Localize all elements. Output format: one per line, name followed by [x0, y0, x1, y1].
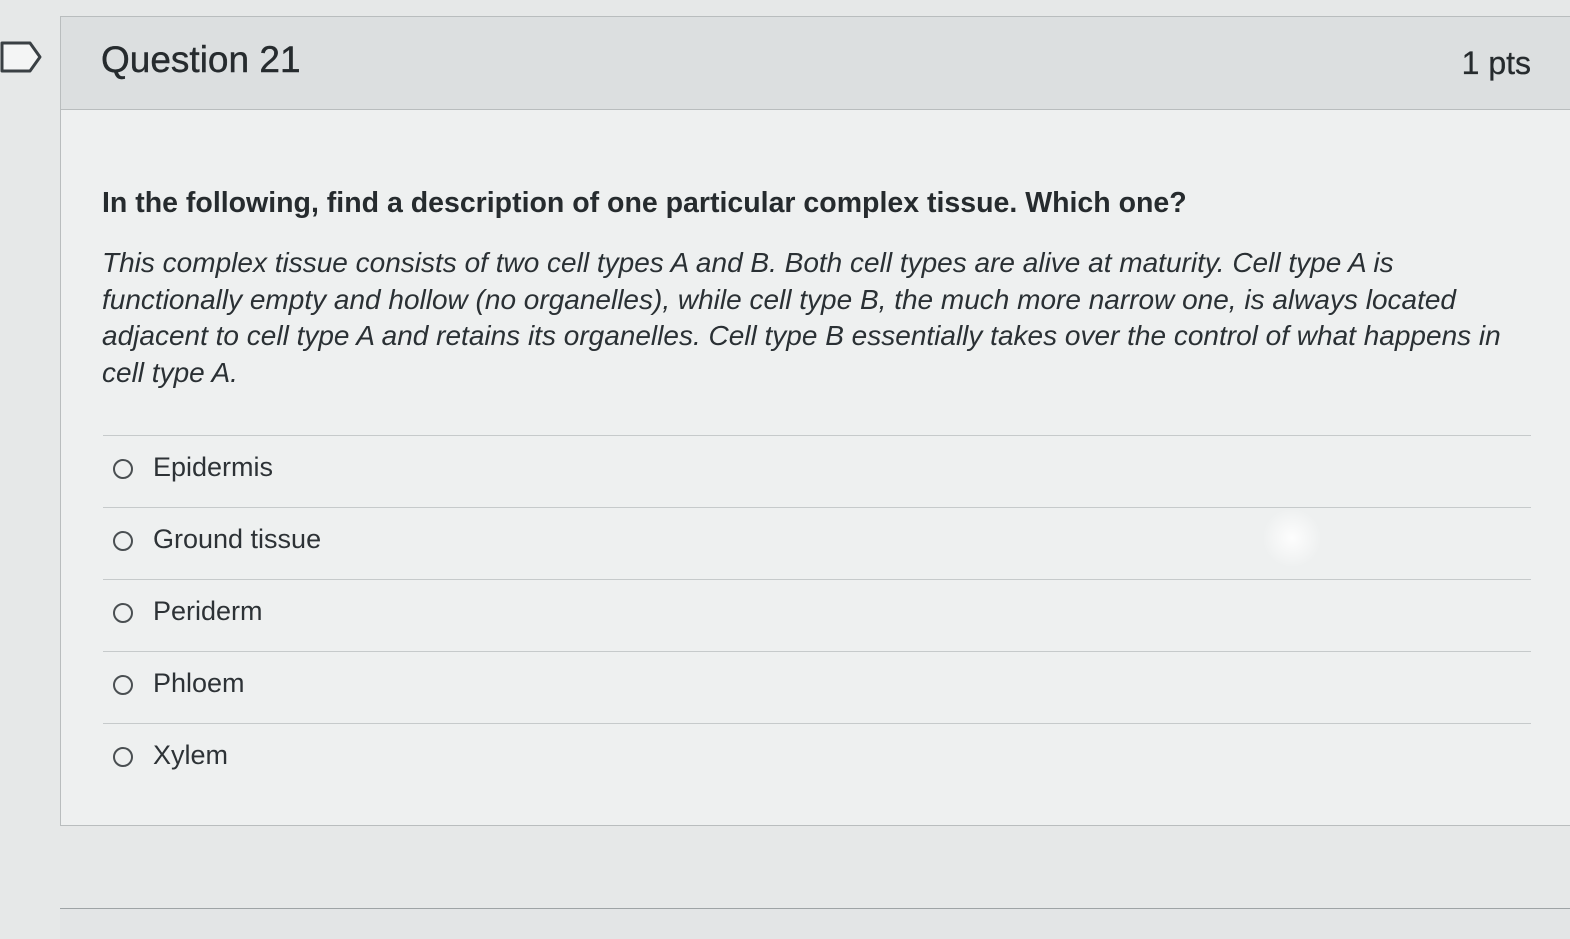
screen-glare: [1262, 508, 1322, 568]
question-title: Question 21: [101, 39, 301, 80]
radio-button[interactable]: [113, 603, 133, 623]
flag-question-icon[interactable]: [0, 40, 44, 74]
question-card: Question 21 1 pts In the following, find…: [60, 16, 1570, 826]
answer-list: Epidermis Ground tissue Periderm Phloem …: [103, 435, 1531, 795]
answer-label[interactable]: Xylem: [153, 740, 228, 771]
answer-label[interactable]: Periderm: [153, 596, 263, 627]
question-header: Question 21 1 pts: [61, 17, 1570, 110]
answer-label[interactable]: Ground tissue: [153, 524, 321, 555]
answer-option[interactable]: Periderm: [103, 580, 1531, 652]
radio-button[interactable]: [113, 747, 133, 767]
answer-option[interactable]: Xylem: [103, 724, 1531, 795]
page: { "question": { "title": "Question 21", …: [0, 0, 1570, 939]
radio-button[interactable]: [113, 459, 133, 479]
answer-label[interactable]: Phloem: [153, 668, 245, 699]
answer-option[interactable]: Epidermis: [103, 436, 1531, 508]
radio-button[interactable]: [113, 531, 133, 551]
question-description: This complex tissue consists of two cell…: [102, 247, 1501, 388]
question-body: In the following, find a description of …: [102, 185, 1532, 391]
question-prompt: In the following, find a description of …: [102, 187, 1187, 219]
answer-label[interactable]: Epidermis: [153, 452, 273, 483]
question-points: 1 pts: [1461, 45, 1531, 81]
radio-button[interactable]: [113, 675, 133, 695]
answer-option[interactable]: Phloem: [103, 652, 1531, 724]
